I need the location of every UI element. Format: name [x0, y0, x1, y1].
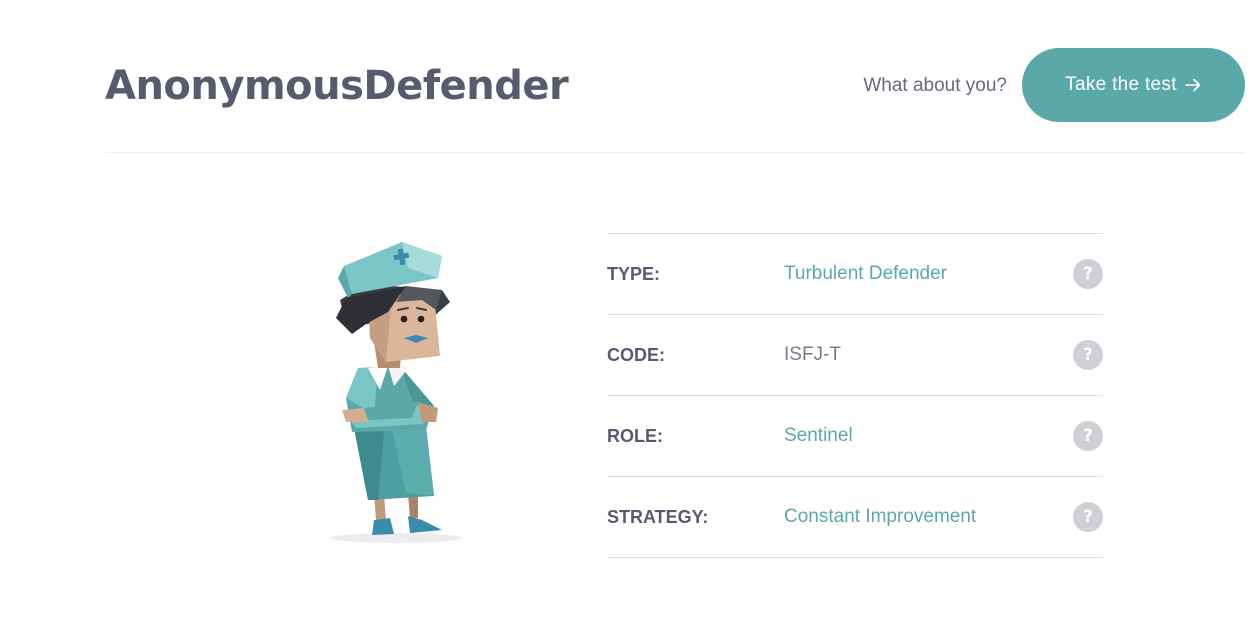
- test-prompt-text: What about you?: [863, 75, 1007, 96]
- arrow-right-icon: [1185, 78, 1201, 92]
- question-icon[interactable]: ?: [1073, 340, 1103, 370]
- question-icon[interactable]: ?: [1073, 421, 1103, 451]
- fact-value-code: ISFJ-T: [784, 344, 841, 365]
- fact-value-type[interactable]: Turbulent Defender: [784, 263, 947, 285]
- fact-value-strategy[interactable]: Constant Improvement: [784, 506, 976, 528]
- defender-character-illustration: [330, 242, 462, 543]
- fact-row-role: ROLE: Sentinel ?: [607, 396, 1103, 477]
- personality-facts-list: TYPE: Turbulent Defender ? CODE: ISFJ-T …: [607, 233, 1103, 558]
- header-divider: [105, 152, 1245, 153]
- fact-value-role[interactable]: Sentinel: [784, 425, 853, 447]
- take-the-test-label: Take the test: [1065, 74, 1177, 95]
- profile-header: AnonymousDefender What about you? Take t…: [105, 48, 1245, 122]
- fact-label: CODE:: [607, 345, 665, 365]
- profile-username: AnonymousDefender: [105, 63, 569, 109]
- fact-label: TYPE:: [607, 264, 661, 284]
- take-the-test-button[interactable]: Take the test: [1022, 48, 1245, 122]
- fact-label: STRATEGY:: [607, 507, 709, 527]
- fact-row-type: TYPE: Turbulent Defender ?: [607, 234, 1103, 315]
- fact-label: ROLE:: [607, 426, 663, 446]
- question-icon[interactable]: ?: [1073, 502, 1103, 532]
- fact-row-code: CODE: ISFJ-T ?: [607, 315, 1103, 396]
- question-icon[interactable]: ?: [1073, 259, 1103, 289]
- fact-row-strategy: STRATEGY: Constant Improvement ?: [607, 477, 1103, 558]
